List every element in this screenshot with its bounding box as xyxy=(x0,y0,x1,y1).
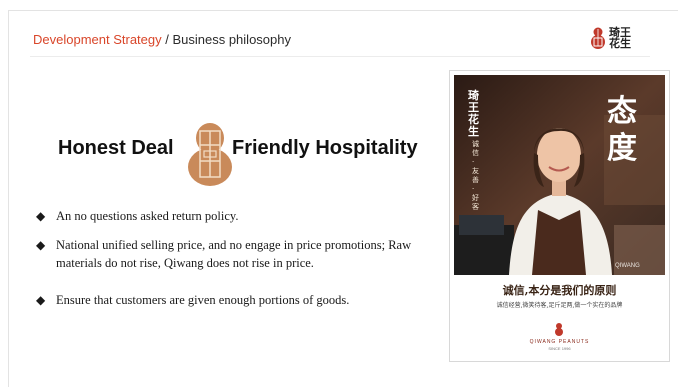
brand-logo-text: 琦王花生 xyxy=(609,26,631,50)
poster-subtitle: 诚信经营,微笑待客,足斤足两,做一个实在的品牌 xyxy=(496,302,623,309)
header-separator: / xyxy=(161,32,173,47)
poster-big-char: 度 xyxy=(607,131,637,166)
slide-header: Development Strategy / Business philosop… xyxy=(33,32,291,47)
header-subsection: Business philosophy xyxy=(172,32,291,47)
slide: Development Strategy / Business philosop… xyxy=(0,0,678,387)
diamond-bullet-icon: ◆ xyxy=(36,209,46,223)
slogan-friendly-hospitality: Friendly Hospitality xyxy=(232,137,418,159)
list-item-text: An no questions asked return policy. xyxy=(56,209,239,223)
gourd-icon xyxy=(188,123,232,186)
list-item: ◆ National unified selling price, and no… xyxy=(36,236,456,272)
diamond-bullet-icon: ◆ xyxy=(36,238,46,252)
header-section: Development Strategy xyxy=(33,32,162,47)
poster-since: SINCE 1996 xyxy=(548,346,571,351)
poster-side-motto: 诚信·友善·好客 xyxy=(472,140,479,211)
poster-big-char: 态 xyxy=(607,94,637,129)
list-item-text: Ensure that customers are given enough p… xyxy=(56,293,350,307)
gourd-logo-icon xyxy=(591,27,605,49)
poster-brand-name: QIWANG PEANUTS xyxy=(529,339,590,345)
slide-border-left xyxy=(8,10,9,387)
diamond-bullet-icon: ◆ xyxy=(36,293,46,307)
brand-logo: 琦王花生 xyxy=(589,26,641,52)
gourd-brand-icon xyxy=(555,323,563,336)
slogan-honest-deal: Honest Deal xyxy=(58,137,174,159)
poster-title: 诚信,本分是我们的原则 xyxy=(502,284,617,297)
list-item: ◆ An no questions asked return policy. xyxy=(36,207,456,225)
list-item: ◆ Ensure that customers are given enough… xyxy=(36,291,456,309)
list-item-text: National unified selling price, and no e… xyxy=(56,238,412,270)
poster-side-brand: 琦王花生 xyxy=(468,89,479,138)
poster-watermark: QIWANG xyxy=(615,263,640,269)
slide-border-top xyxy=(8,10,678,11)
header-divider xyxy=(30,56,650,57)
